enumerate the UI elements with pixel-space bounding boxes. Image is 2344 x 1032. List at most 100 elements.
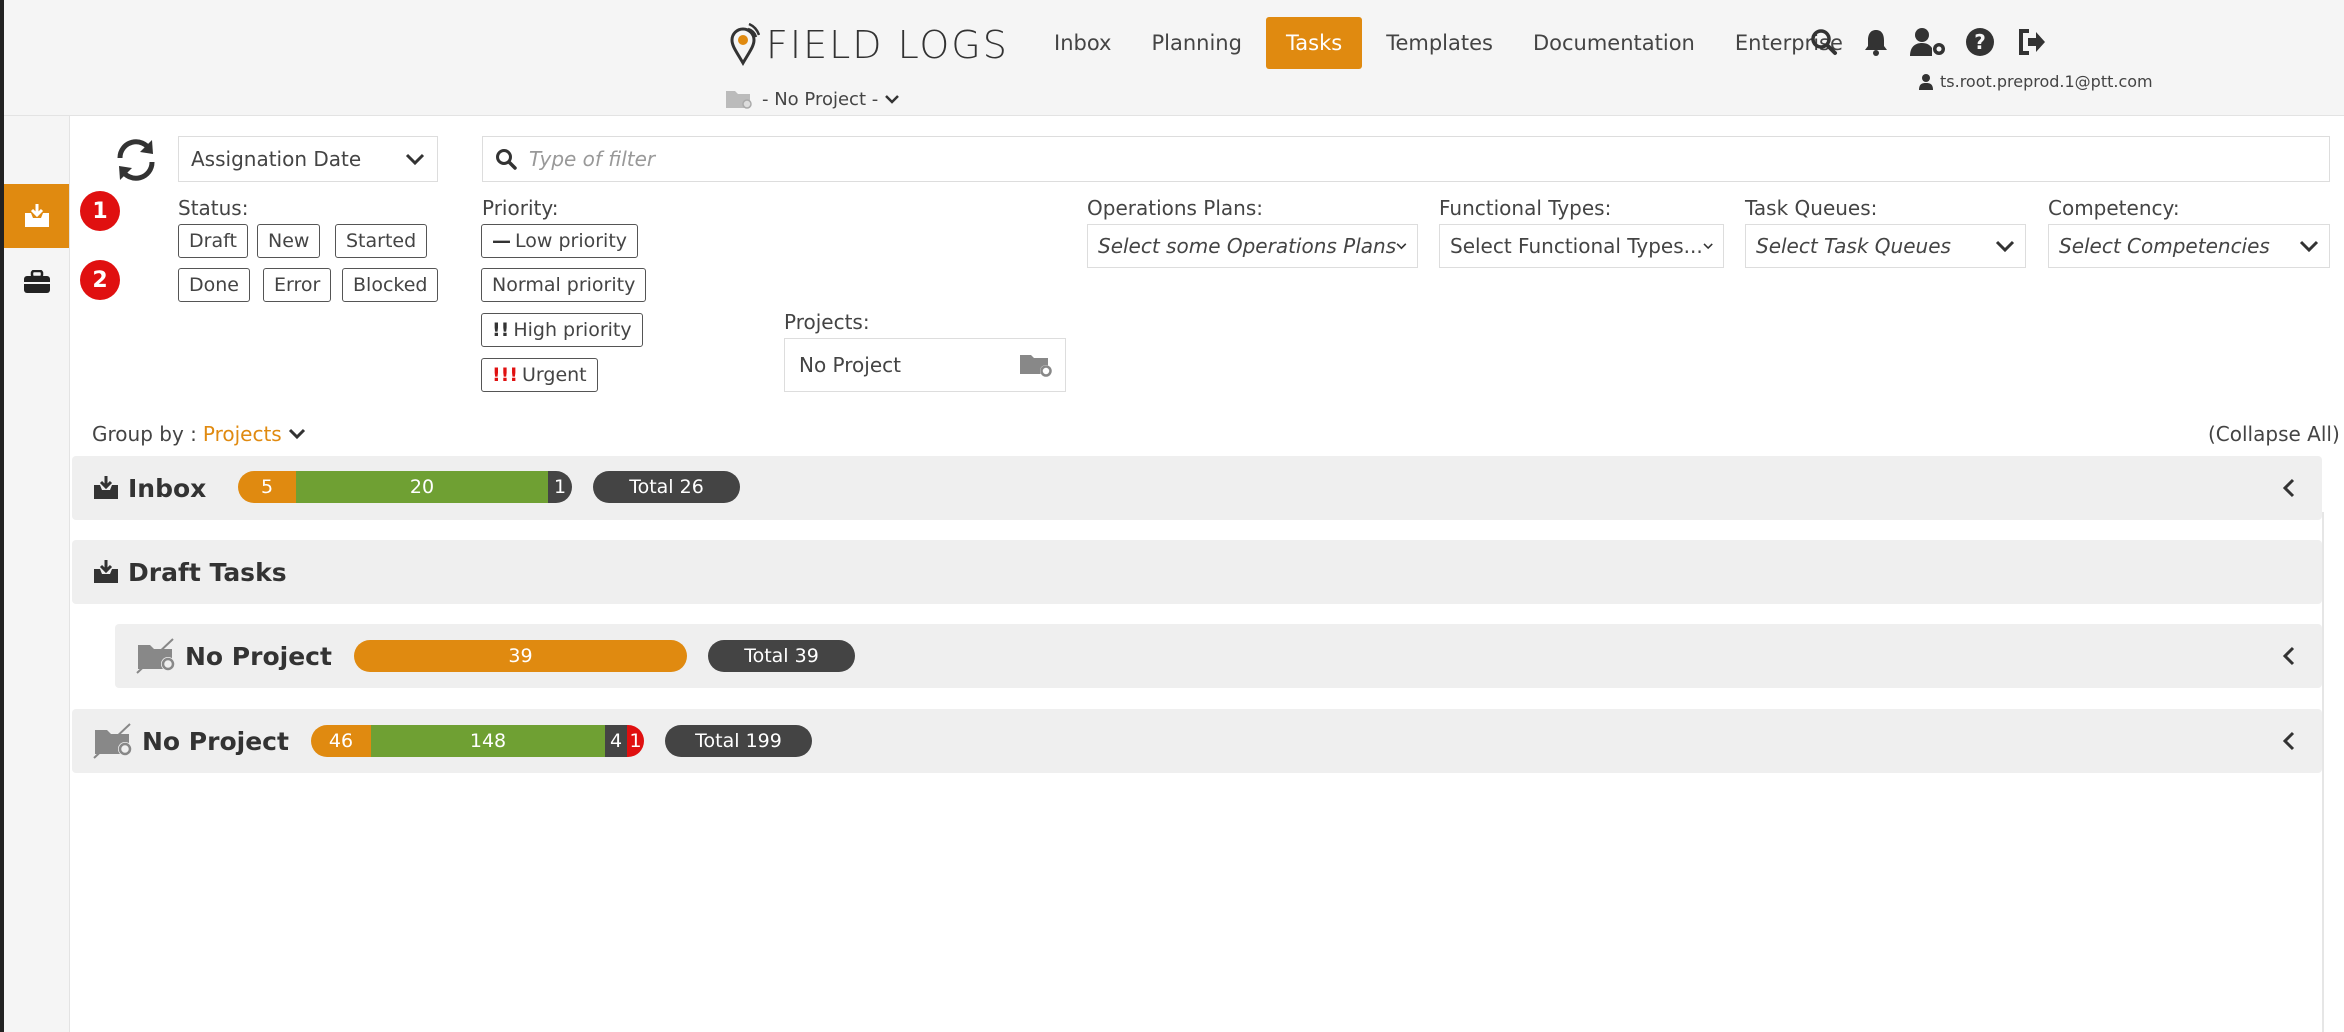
nav-tasks[interactable]: Tasks — [1265, 17, 1363, 69]
app-logo[interactable]: FIELD LOGS — [726, 20, 1009, 70]
priority-chip-urgent[interactable]: !!! Urgent — [481, 358, 598, 392]
competency-placeholder: Select Competencies — [2059, 234, 2270, 258]
sidebar-item-tasks[interactable] — [4, 250, 69, 314]
chevron-down-icon — [1396, 243, 1407, 250]
main-nav: Inbox Planning Tasks Templates Documenta… — [1034, 17, 1863, 69]
inbox-download-icon — [94, 476, 118, 499]
priority-urgent-label: Urgent — [522, 364, 587, 386]
group-by: Group by : Projects — [92, 422, 306, 446]
priority-low-label: Low priority — [515, 230, 628, 252]
task-queues-select[interactable]: Select Task Queues — [1745, 224, 2026, 268]
briefcase-icon — [23, 270, 50, 293]
priority-high-icon: !! — [492, 319, 510, 341]
folder-off-icon — [136, 638, 175, 674]
header-icons: ? — [1804, 22, 2064, 62]
group-row-draft-tasks[interactable]: Draft Tasks — [72, 540, 2322, 604]
chevron-down-icon — [1703, 243, 1713, 250]
sidebar-item-inbox[interactable] — [4, 184, 69, 248]
bell-icon[interactable] — [1856, 22, 1896, 62]
chevron-left-icon[interactable] — [2282, 731, 2296, 751]
nav-planning[interactable]: Planning — [1131, 17, 1261, 69]
logout-icon[interactable] — [2012, 22, 2052, 62]
count-draft: 5 — [238, 471, 296, 503]
chevron-left-icon[interactable] — [2282, 478, 2296, 498]
operations-plans-label: Operations Plans: — [1087, 196, 1264, 220]
group-by-select[interactable]: Projects — [203, 422, 306, 446]
nav-inbox[interactable]: Inbox — [1034, 17, 1131, 69]
total-pill: Total 26 — [593, 471, 740, 503]
sort-by-select[interactable]: Assignation Date — [178, 136, 438, 182]
group-by-value: Projects — [202, 422, 282, 446]
operations-plans-select[interactable]: Select some Operations Plans — [1087, 224, 1418, 268]
help-icon[interactable]: ? — [1960, 22, 2000, 62]
sidebar — [4, 116, 70, 1032]
search-icon — [496, 149, 517, 170]
status-chip-started[interactable]: Started — [335, 224, 428, 258]
competency-label: Competency: — [2048, 196, 2180, 220]
priority-chip-high[interactable]: !! High priority — [481, 313, 643, 347]
chevron-down-icon — [405, 153, 425, 166]
group-title: Inbox — [128, 473, 207, 503]
project-selector-label: - No Project - — [762, 88, 879, 110]
logo-text: FIELD LOGS — [766, 23, 1009, 67]
chevron-down-icon — [885, 95, 900, 104]
projects-label: Projects: — [784, 310, 870, 334]
total-pill: Total 39 — [708, 640, 855, 672]
user-icon — [1919, 73, 1933, 90]
operations-plans-placeholder: Select some Operations Plans — [1098, 234, 1397, 258]
group-progress-bar: 46 148 4 1 — [311, 725, 644, 757]
priority-low-icon: — — [492, 230, 511, 252]
svg-text:?: ? — [1974, 30, 1986, 54]
priority-normal-label: Normal priority — [492, 274, 636, 296]
status-chip-draft[interactable]: Draft — [178, 224, 248, 258]
user-settings-icon[interactable] — [1908, 22, 1948, 62]
task-queues-placeholder: Select Task Queues — [1756, 234, 1951, 258]
filter-search-box — [482, 136, 2330, 182]
status-chip-error[interactable]: Error — [263, 268, 332, 302]
folder-settings-icon — [1020, 355, 1052, 377]
group-by-label: Group by : — [92, 422, 197, 446]
count-done: 4 — [605, 725, 627, 757]
chevron-down-icon — [1995, 240, 2015, 253]
inbox-download-icon — [24, 204, 49, 227]
step-badge-1: 1 — [80, 191, 120, 231]
priority-chip-low[interactable]: — Low priority — [481, 224, 639, 258]
status-chip-done[interactable]: Done — [178, 268, 250, 302]
functional-types-placeholder: Select Functional Types... — [1450, 234, 1703, 258]
filter-input[interactable] — [529, 147, 2229, 171]
functional-types-label: Functional Types: — [1439, 196, 1612, 220]
status-label: Status: — [178, 196, 249, 220]
user-account[interactable]: ts.root.preprod.1@ptt.com — [1918, 72, 2153, 91]
priority-urgent-icon: !!! — [492, 364, 518, 386]
priority-label: Priority: — [482, 196, 559, 220]
projects-select[interactable]: No Project — [784, 338, 1066, 392]
user-email-text: ts.root.preprod.1@ptt.com — [1940, 72, 2153, 91]
status-chip-blocked[interactable]: Blocked — [342, 268, 439, 302]
nav-documentation[interactable]: Documentation — [1513, 17, 1715, 69]
group-progress-bar: 5 20 1 — [238, 471, 572, 503]
nav-templates[interactable]: Templates — [1366, 17, 1513, 69]
top-header: FIELD LOGS - No Project - Inbox Planning… — [4, 0, 2344, 116]
projects-value: No Project — [799, 353, 901, 377]
priority-chip-normal[interactable]: Normal priority — [481, 268, 647, 302]
group-title: Draft Tasks — [128, 557, 287, 587]
count-active: 20 — [296, 471, 548, 503]
chevron-left-icon[interactable] — [2282, 646, 2296, 666]
chevron-down-icon — [2299, 240, 2319, 253]
functional-types-select[interactable]: Select Functional Types... — [1439, 224, 1724, 268]
collapse-all-link[interactable]: (Collapse All) — [2208, 422, 2340, 446]
status-chip-new[interactable]: New — [257, 224, 321, 258]
location-pin-icon — [730, 23, 760, 66]
count-draft: 46 — [311, 725, 371, 757]
step-badge-2: 2 — [80, 260, 120, 300]
search-icon[interactable] — [1804, 22, 1844, 62]
group-title: No Project — [142, 726, 289, 756]
project-selector[interactable]: - No Project - — [724, 88, 900, 110]
inbox-download-icon — [94, 560, 118, 583]
scroll-track — [2322, 512, 2324, 1032]
sort-by-value: Assignation Date — [191, 147, 362, 171]
folder-off-icon — [93, 723, 132, 759]
refresh-icon[interactable] — [112, 136, 160, 188]
competency-select[interactable]: Select Competencies — [2048, 224, 2330, 268]
count-active: 148 — [371, 725, 605, 757]
